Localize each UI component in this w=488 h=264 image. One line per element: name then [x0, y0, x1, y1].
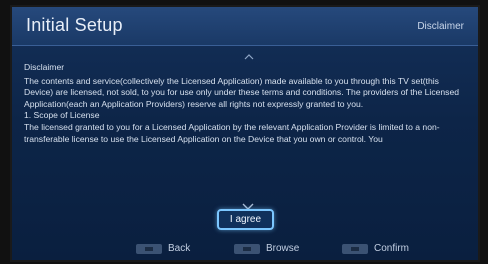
scroll-up-icon[interactable] — [244, 54, 254, 60]
page-title: Initial Setup — [26, 15, 123, 35]
section-title: 1. Scope of License — [24, 110, 100, 121]
footer-confirm[interactable]: Confirm — [342, 243, 409, 254]
initial-setup-screen: Initial Setup Disclaimer Disclaimer The … — [10, 5, 480, 262]
breadcrumb: Disclaimer — [417, 21, 464, 32]
footer-confirm-label: Confirm — [374, 243, 410, 254]
confirm-key-icon — [342, 243, 368, 254]
footer-back-label: Back — [168, 243, 191, 254]
disclaimer-heading: Disclaimer — [24, 62, 65, 72]
header-bar: Initial Setup Disclaimer — [12, 7, 478, 46]
footer-hints: Back Browse Confirm — [12, 241, 478, 260]
browse-key-icon — [234, 243, 260, 254]
footer-browse[interactable]: Browse — [234, 243, 299, 254]
license-paragraph: The licensed granted to you for a Licens… — [24, 121, 440, 144]
back-key-icon — [136, 243, 162, 254]
footer-back[interactable]: Back — [136, 243, 190, 254]
agree-button[interactable]: I agree — [217, 209, 274, 230]
footer-browse-label: Browse — [266, 243, 300, 254]
disclaimer-text-area[interactable]: Disclaimer The contents and service(coll… — [24, 62, 470, 202]
disclaimer-paragraph: The contents and service(collectively th… — [24, 75, 460, 109]
